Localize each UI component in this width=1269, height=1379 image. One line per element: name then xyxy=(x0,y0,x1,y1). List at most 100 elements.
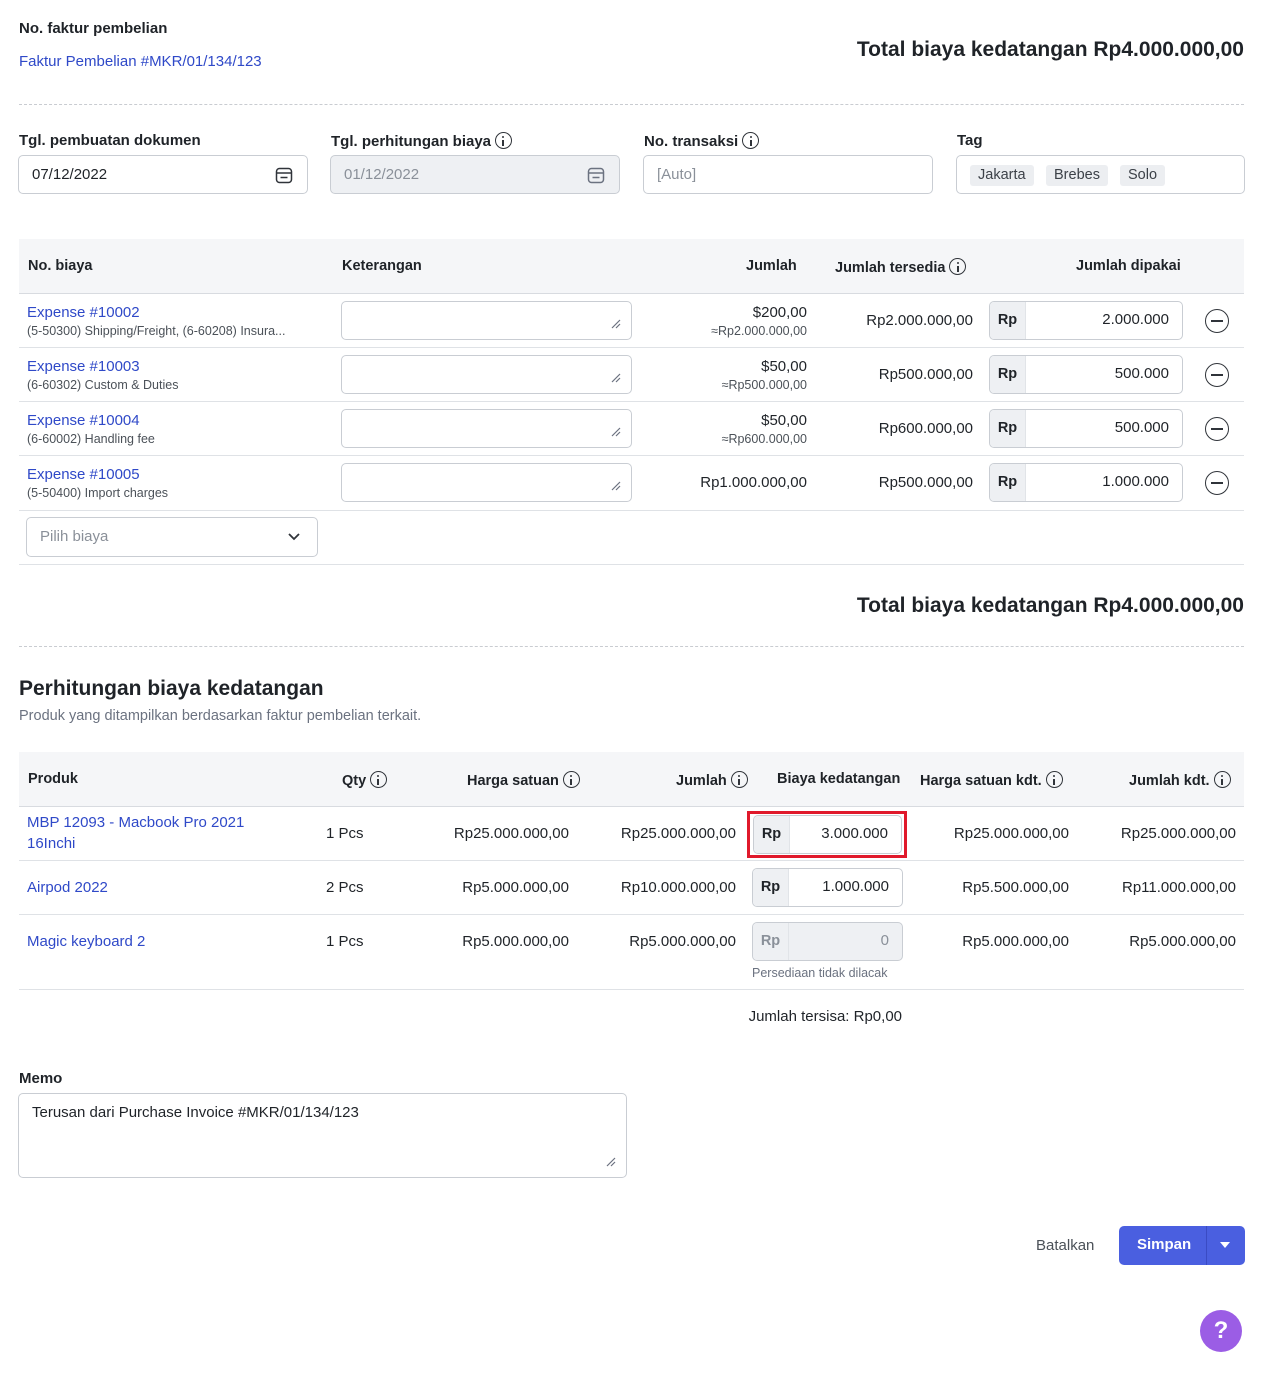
product-total-landed: Rp5.000.000,00 xyxy=(1129,933,1236,950)
help-button[interactable]: ? xyxy=(1200,1310,1242,1352)
landed-cost-input: Rp 0 xyxy=(752,922,903,961)
caret-down-icon[interactable] xyxy=(1219,1241,1231,1249)
desc-textarea[interactable] xyxy=(341,463,632,502)
used-amount-value: 1.000.000 xyxy=(1102,473,1169,490)
product-unit-landed: Rp25.000.000,00 xyxy=(953,825,1069,842)
product-link[interactable]: Airpod 2022 xyxy=(27,879,108,896)
calc-date-label: Tgl. perhitungan biaya xyxy=(331,132,513,150)
expense-link[interactable]: Expense #10002 xyxy=(27,304,140,321)
expense-amount: $50,00 xyxy=(761,412,807,429)
product-link-line2[interactable]: 16Inchi xyxy=(27,835,75,852)
product-amount: Rp5.000.000,00 xyxy=(629,933,736,950)
product-unit-price: Rp25.000.000,00 xyxy=(453,825,569,842)
calendar-icon xyxy=(587,167,605,184)
col-product: Produk xyxy=(28,771,78,787)
product-unit-landed: Rp5.500.000,00 xyxy=(962,879,1069,896)
expense-link[interactable]: Expense #10003 xyxy=(27,358,140,375)
landed-cost-input[interactable]: Rp 1.000.000 xyxy=(752,868,903,907)
info-icon[interactable] xyxy=(1045,771,1063,788)
expense-table-header: No. biaya Keterangan Jumlah Jumlah terse… xyxy=(19,239,1244,294)
currency-prefix: Rp xyxy=(990,302,1026,339)
expense-amount: Rp1.000.000,00 xyxy=(700,474,807,491)
currency-prefix: Rp xyxy=(753,869,789,906)
used-amount-value: 500.000 xyxy=(1114,365,1169,382)
used-amount-input[interactable]: Rp 2.000.000 xyxy=(989,301,1183,340)
used-amount-input[interactable]: Rp 1.000.000 xyxy=(989,463,1183,502)
tag-chip[interactable]: Solo xyxy=(1120,165,1166,186)
resize-grip-icon[interactable] xyxy=(611,427,621,437)
remove-row-icon[interactable] xyxy=(1205,309,1229,333)
col-unit-price-text: Harga satuan xyxy=(467,773,559,789)
info-icon[interactable] xyxy=(949,258,967,275)
product-total-landed: Rp11.000.000,00 xyxy=(1122,879,1236,896)
landed-cost-value: 1.000.000 xyxy=(822,878,889,895)
trans-field[interactable]: [Auto] xyxy=(643,155,933,194)
expense-amount: $200,00 xyxy=(752,304,807,321)
resize-grip-icon[interactable] xyxy=(611,373,621,383)
product-total-landed: Rp25.000.000,00 xyxy=(1120,825,1236,842)
remove-row-icon[interactable] xyxy=(1205,417,1229,441)
expense-account: (6-60002) Handling fee xyxy=(27,432,155,446)
doc-date-label: Tgl. pembuatan dokumen xyxy=(19,132,201,149)
resize-grip-icon[interactable] xyxy=(611,481,621,491)
landed-cost-input[interactable]: Rp 3.000.000 xyxy=(753,815,902,854)
invoice-link[interactable]: Faktur Pembelian #MKR/01/134/123 xyxy=(19,53,262,70)
col-qty: Qty xyxy=(342,771,388,789)
product-qty: 1 Pcs xyxy=(326,825,364,842)
currency-prefix: Rp xyxy=(990,356,1026,393)
col-used: Jumlah dipakai xyxy=(1076,258,1181,274)
info-icon[interactable] xyxy=(1213,771,1231,788)
product-link[interactable]: MBP 12093 - Macbook Pro 2021 xyxy=(27,814,244,831)
info-icon[interactable] xyxy=(562,771,580,788)
memo-textarea[interactable]: Terusan dari Purchase Invoice #MKR/01/13… xyxy=(18,1093,627,1178)
info-icon[interactable] xyxy=(742,132,760,149)
row-divider xyxy=(19,860,1244,861)
col-unit-landed: Harga satuan kdt. xyxy=(920,771,1063,789)
info-icon[interactable] xyxy=(370,771,388,788)
row-divider xyxy=(19,914,1244,915)
expense-account: (5-50400) Import charges xyxy=(27,486,169,500)
used-amount-input[interactable]: Rp 500.000 xyxy=(989,355,1183,394)
button-divider xyxy=(1206,1226,1207,1265)
expense-available: Rp500.000,00 xyxy=(878,366,973,383)
expense-amount-converted: ≈Rp2.000.000,00 xyxy=(711,324,807,338)
tag-label: Tag xyxy=(957,132,983,149)
expense-link[interactable]: Expense #10005 xyxy=(27,466,140,483)
product-link[interactable]: Magic keyboard 2 xyxy=(27,933,145,950)
calendar-icon[interactable] xyxy=(275,166,293,184)
cancel-button[interactable]: Batalkan xyxy=(1036,1237,1094,1254)
desc-textarea[interactable] xyxy=(341,409,632,448)
expense-available: Rp600.000,00 xyxy=(878,420,973,437)
info-icon[interactable] xyxy=(495,132,513,149)
resize-grip-icon[interactable] xyxy=(606,1157,616,1167)
expense-link[interactable]: Expense #10004 xyxy=(27,412,140,429)
row-divider xyxy=(19,347,1244,348)
used-amount-input[interactable]: Rp 500.000 xyxy=(989,409,1183,448)
product-qty: 2 Pcs xyxy=(326,879,364,896)
col-desc: Keterangan xyxy=(342,258,422,274)
save-button-group: Simpan xyxy=(1119,1226,1245,1265)
doc-date-field[interactable]: 07/12/2022 xyxy=(18,155,308,194)
select-expense-dropdown[interactable]: Pilih biaya xyxy=(26,517,318,557)
expense-available: Rp500.000,00 xyxy=(878,474,973,491)
remove-row-icon[interactable] xyxy=(1205,471,1229,495)
desc-textarea[interactable] xyxy=(341,301,632,340)
invoice-label: No. faktur pembelian xyxy=(19,20,168,37)
tag-field[interactable]: Jakarta Brebes Solo xyxy=(956,155,1245,194)
calc-section-subtitle: Produk yang ditampilkan berdasarkan fakt… xyxy=(19,708,422,724)
expense-account: (5-50300) Shipping/Freight, (6-60208) In… xyxy=(27,324,286,338)
save-button[interactable]: Simpan xyxy=(1137,1236,1191,1253)
tag-chip[interactable]: Jakarta xyxy=(970,165,1034,186)
remove-row-icon[interactable] xyxy=(1205,363,1229,387)
col-total-landed: Jumlah kdt. xyxy=(1129,771,1231,789)
col-unit-landed-text: Harga satuan kdt. xyxy=(920,773,1042,789)
resize-grip-icon[interactable] xyxy=(611,319,621,329)
expense-available: Rp2.000.000,00 xyxy=(866,312,973,329)
info-icon[interactable] xyxy=(730,771,748,788)
calc-table-header: Produk Qty Harga satuan Jumlah Biaya ked… xyxy=(19,752,1244,807)
chevron-down-icon xyxy=(288,533,300,541)
tag-chip[interactable]: Brebes xyxy=(1046,165,1108,186)
expense-amount-converted: ≈Rp600.000,00 xyxy=(721,432,807,446)
desc-textarea[interactable] xyxy=(341,355,632,394)
trans-label-text: No. transaksi xyxy=(644,133,739,150)
